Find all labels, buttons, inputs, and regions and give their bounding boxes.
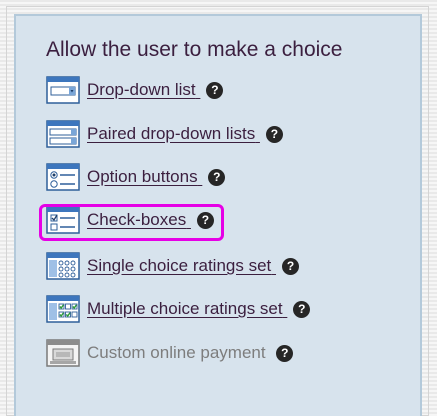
item-label[interactable]: Option buttons (87, 167, 202, 187)
choice-panel: Allow the user to make a choice Drop-dow… (14, 14, 422, 416)
item-custom-online-payment: Custom online payment ? (46, 338, 294, 368)
item-label: Custom online payment (87, 343, 266, 362)
question-circle-icon[interactable]: ? (208, 168, 226, 186)
question-circle-icon[interactable]: ? (206, 81, 224, 99)
question-circle-icon[interactable]: ? (276, 344, 294, 362)
item-label[interactable]: Drop-down list (87, 80, 200, 100)
item-label[interactable]: Multiple choice ratings set (87, 299, 287, 319)
item-drop-down-list[interactable]: Drop-down list ? (46, 75, 224, 105)
drop-down-list-icon (46, 76, 80, 104)
question-circle-icon[interactable]: ? (265, 125, 283, 143)
item-option-buttons[interactable]: Option buttons ? (46, 162, 226, 192)
panel-title: Allow the user to make a choice (46, 38, 343, 61)
question-circle-icon[interactable]: ? (293, 300, 311, 318)
paired-drop-down-lists-icon (46, 120, 80, 148)
item-multiple-choice-ratings-set[interactable]: Multiple choice ratings set ? (46, 294, 311, 324)
option-buttons-icon (46, 163, 80, 191)
item-paired-drop-down-lists[interactable]: Paired drop-down lists ? (46, 119, 283, 149)
multiple-choice-ratings-set-icon (46, 295, 80, 323)
item-label[interactable]: Single choice ratings set (87, 256, 276, 276)
item-check-boxes[interactable]: Check-boxes ? (46, 205, 214, 235)
custom-online-payment-icon (46, 339, 80, 367)
item-label[interactable]: Check-boxes (87, 210, 191, 230)
single-choice-ratings-set-icon (46, 252, 80, 280)
question-circle-icon[interactable]: ? (196, 211, 214, 229)
item-single-choice-ratings-set[interactable]: Single choice ratings set ? (46, 251, 300, 281)
question-circle-icon[interactable]: ? (282, 257, 300, 275)
item-label[interactable]: Paired drop-down lists (87, 124, 260, 144)
check-boxes-icon (46, 206, 80, 234)
